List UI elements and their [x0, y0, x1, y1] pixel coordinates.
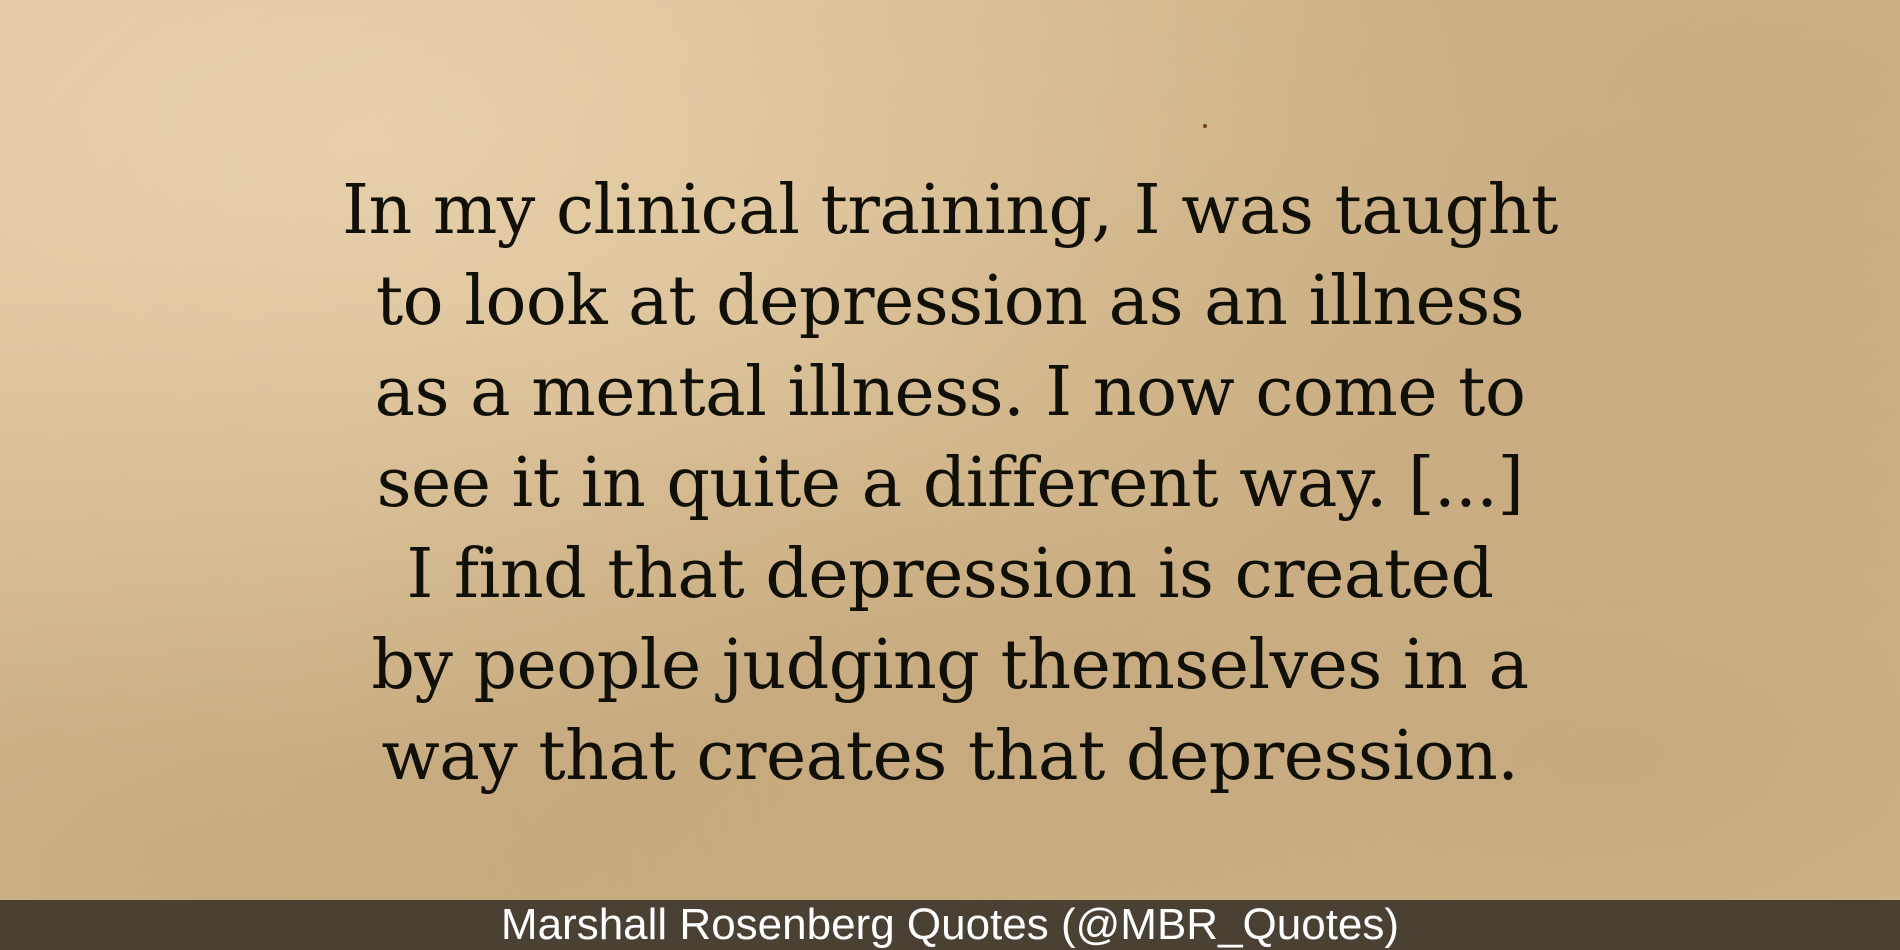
paper-speck [1203, 124, 1207, 128]
attribution-bar: Marshall Rosenberg Quotes (@MBR_Quotes) [0, 900, 1900, 950]
quote-card: In my clinical training, I was taught to… [0, 0, 1900, 900]
quote-line: as a mental illness. I now come to [374, 353, 1526, 432]
quote-line: to look at depression as an illness [375, 262, 1525, 341]
attribution-text: Marshall Rosenberg Quotes (@MBR_Quotes) [500, 900, 1400, 949]
quote-line: by people judging themselves in a [371, 626, 1529, 705]
quote-line: I find that depression is created [406, 535, 1494, 614]
quote-line: In my clinical training, I was taught [342, 171, 1558, 250]
quote-line: way that creates that depression. [381, 717, 1519, 796]
quote-text: In my clinical training, I was taught to… [200, 165, 1700, 802]
quote-line: see it in quite a different way. [...] [376, 444, 1524, 523]
